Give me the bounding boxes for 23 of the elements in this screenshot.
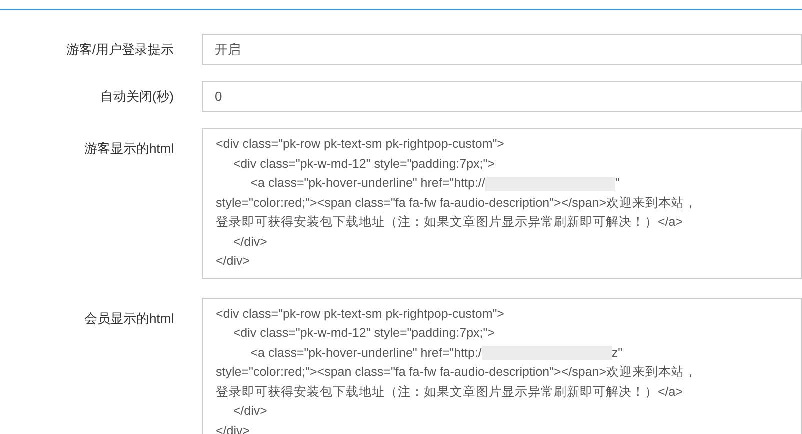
code-line: <div class="pk-w-md-12" style="padding:7px;"> [232,326,496,340]
code-line: " [615,176,620,190]
code-line: <a class="pk-hover-underline" href="http:/ [250,346,482,360]
code-line: style="color:red;"><span class="fa fa-fw fa-audio-description"></span>欢迎来到本站， [216,365,698,379]
html-textarea[interactable] [202,298,802,434]
field-label: 游客/用户登录提示 [65,40,174,58]
field-label: 自动关闭(秒) [99,88,174,106]
input-field[interactable]: 0 [202,81,802,112]
code-line: </div> [232,404,268,418]
code-line: </div> [216,254,250,268]
input-field[interactable]: 开启 [202,34,802,65]
code-line: <div class="pk-row pk-text-sm pk-rightpop-custom"> [216,137,504,151]
code-line: 登录即可获得安装包下载地址（注：如果文章图片显示异常刷新即可解决！）</a> [216,215,684,229]
code-line: style="color:red;"><span class="fa fa-fw fa-audio-description"></span>欢迎来到本站， [216,196,698,210]
code-line: 登录即可获得安装包下载地址（注：如果文章图片显示异常刷新即可解决！）</a> [216,384,684,398]
code-line: <a class="pk-hover-underline" href="http:// [250,176,486,190]
code-line: z" [612,346,623,360]
field-label: 会员显示的html [83,310,174,328]
code-line: <div class="pk-row pk-text-sm pk-rightpop-custom"> [216,306,504,320]
code-line: <div class="pk-w-md-12" style="padding:7px;"> [232,156,496,170]
code-line: </div> [232,234,268,248]
html-textarea[interactable] [202,128,802,278]
field-label: 游客显示的html [83,140,174,158]
